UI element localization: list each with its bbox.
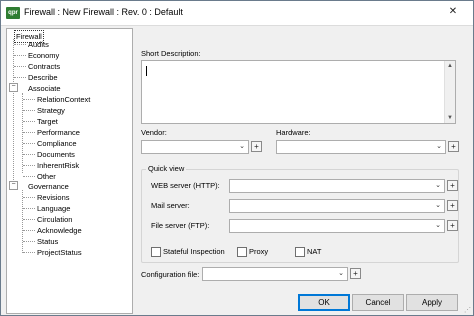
add-configuration-file-button[interactable]: + xyxy=(350,268,361,279)
tree-item-performance[interactable]: Performance xyxy=(36,127,81,138)
vertical-scrollbar[interactable]: ▲ ▼ xyxy=(444,61,455,123)
title-bar: qpr Firewall : New Firewall : Rev. 0 : D… xyxy=(1,1,473,26)
scroll-up-icon[interactable]: ▲ xyxy=(445,61,455,71)
tree-connector xyxy=(14,66,26,67)
tree-item-status[interactable]: Status xyxy=(36,236,59,247)
tree-item-strategy[interactable]: Strategy xyxy=(36,105,66,116)
tree-connector xyxy=(23,197,35,198)
resize-grip-icon[interactable]: ⋰ xyxy=(464,306,471,314)
proxy-label: Proxy xyxy=(249,247,269,256)
tree-item-compliance[interactable]: Compliance xyxy=(36,138,78,149)
ok-button[interactable]: OK xyxy=(298,294,350,311)
short-description-textarea[interactable]: ▲ ▼ xyxy=(141,60,456,124)
chevron-down-icon[interactable]: ⌄ xyxy=(434,200,442,212)
tree-item-acknowledge[interactable]: Acknowledge xyxy=(36,225,83,236)
tree-connector xyxy=(23,219,35,220)
dialog-window: qpr Firewall : New Firewall : Rev. 0 : D… xyxy=(0,0,474,316)
tree-connector xyxy=(22,190,23,253)
tree-connector xyxy=(23,154,35,155)
mail-server-combobox[interactable]: ⌄ xyxy=(229,199,445,213)
tree-item-circulation[interactable]: Circulation xyxy=(36,214,73,225)
tree-connector xyxy=(23,241,35,242)
stateful-inspection-label: Stateful Inspection xyxy=(163,247,225,256)
file-server-label: File server (FTP): xyxy=(151,221,210,230)
scroll-down-icon[interactable]: ▼ xyxy=(445,113,455,123)
hardware-label: Hardware: xyxy=(276,128,311,137)
tree-connector xyxy=(13,39,14,184)
mail-server-label: Mail server: xyxy=(151,201,190,210)
chevron-down-icon[interactable]: ⌄ xyxy=(434,180,442,192)
navigation-tree[interactable]: − − Firewall Audits Economy Contracts De… xyxy=(6,28,133,314)
hardware-combobox[interactable]: ⌄ xyxy=(276,140,446,154)
tree-connector xyxy=(23,208,35,209)
add-file-server-button[interactable]: + xyxy=(447,220,458,231)
tree-item-revisions[interactable]: Revisions xyxy=(36,192,71,203)
tree-item-target[interactable]: Target xyxy=(36,116,59,127)
chevron-down-icon[interactable]: ⌄ xyxy=(435,141,443,153)
add-vendor-button[interactable]: + xyxy=(251,141,262,152)
tree-connector xyxy=(23,110,35,111)
vendor-label: Vendor: xyxy=(141,128,167,137)
tree-connector xyxy=(23,121,35,122)
web-server-label: WEB server (HTTP): xyxy=(151,181,220,190)
add-web-server-button[interactable]: + xyxy=(447,180,458,191)
close-button[interactable]: ✕ xyxy=(441,3,465,21)
add-mail-server-button[interactable]: + xyxy=(447,200,458,211)
tree-connector xyxy=(23,230,35,231)
vendor-combobox[interactable]: ⌄ xyxy=(141,140,249,154)
tree-item-contracts[interactable]: Contracts xyxy=(27,61,61,72)
text-caret xyxy=(146,66,147,76)
cancel-button[interactable]: Cancel xyxy=(352,294,404,311)
tree-connector xyxy=(22,93,23,173)
tree-item-relationcontext[interactable]: RelationContext xyxy=(36,94,91,105)
tree-item-audits[interactable]: Audits xyxy=(27,39,50,50)
tree-connector xyxy=(14,44,26,45)
configuration-file-label: Configuration file: xyxy=(141,270,200,279)
tree-item-inherentrisk[interactable]: InherentRisk xyxy=(36,160,80,171)
tree-connector xyxy=(23,252,35,253)
tree-connector xyxy=(23,132,35,133)
collapse-associate-icon[interactable]: − xyxy=(9,83,18,92)
chevron-down-icon[interactable]: ⌄ xyxy=(434,220,442,232)
tree-connector xyxy=(14,77,26,78)
nat-label: NAT xyxy=(307,247,322,256)
tree-connector xyxy=(23,99,35,100)
file-server-combobox[interactable]: ⌄ xyxy=(229,219,445,233)
tree-item-associate[interactable]: Associate xyxy=(27,83,62,94)
apply-button[interactable]: Apply xyxy=(406,294,458,311)
tree-item-governance[interactable]: Governance xyxy=(27,181,70,192)
tree-item-language[interactable]: Language xyxy=(36,203,71,214)
configuration-file-combobox[interactable]: ⌄ xyxy=(202,267,348,281)
tree-connector xyxy=(23,143,35,144)
chevron-down-icon[interactable]: ⌄ xyxy=(238,141,246,153)
web-server-combobox[interactable]: ⌄ xyxy=(229,179,445,193)
proxy-checkbox[interactable] xyxy=(237,247,247,257)
chevron-down-icon[interactable]: ⌄ xyxy=(337,268,345,280)
short-description-label: Short Description: xyxy=(141,49,201,58)
stateful-inspection-checkbox[interactable] xyxy=(151,247,161,257)
quick-view-title: Quick view xyxy=(146,164,187,173)
tree-item-economy[interactable]: Economy xyxy=(27,50,60,61)
nat-checkbox[interactable] xyxy=(295,247,305,257)
window-title: Firewall : New Firewall : Rev. 0 : Defau… xyxy=(24,7,183,17)
tree-connector xyxy=(14,55,26,56)
tree-connector xyxy=(23,165,35,166)
collapse-governance-icon[interactable]: − xyxy=(9,181,18,190)
add-hardware-button[interactable]: + xyxy=(448,141,459,152)
tree-item-describe[interactable]: Describe xyxy=(27,72,59,83)
app-logo-icon: qpr xyxy=(6,7,20,19)
tree-item-documents[interactable]: Documents xyxy=(36,149,76,160)
tree-connector xyxy=(23,176,35,177)
tree-item-projectstatus[interactable]: ProjectStatus xyxy=(36,247,83,258)
